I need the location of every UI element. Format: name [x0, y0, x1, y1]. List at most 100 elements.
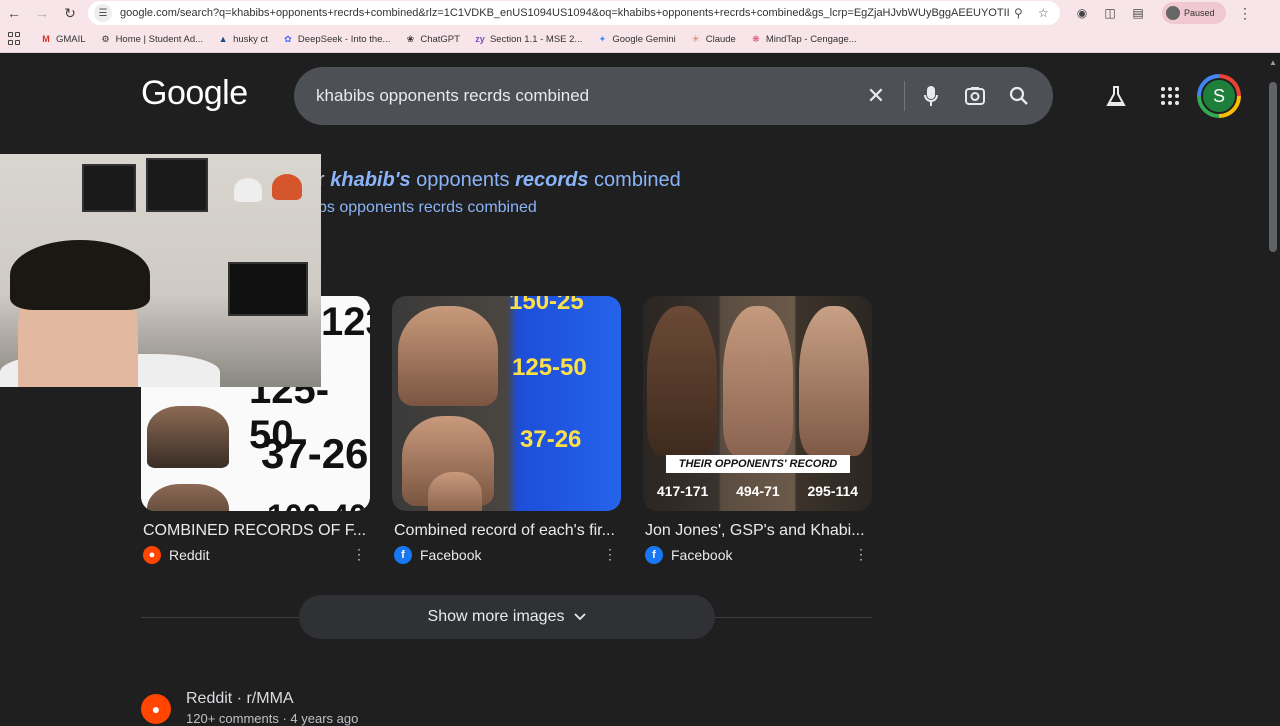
- search-divider: [904, 81, 905, 111]
- bookmark-gemini[interactable]: ✦ Google Gemini: [596, 33, 676, 45]
- address-url[interactable]: google.com/search?q=khabibs+opponents+re…: [120, 7, 1010, 19]
- image-source[interactable]: f Facebook ⋮: [394, 546, 621, 564]
- bookmark-label: GMAIL: [56, 33, 86, 45]
- result-site[interactable]: Reddit · r/MMA: [186, 690, 294, 708]
- person-hair: [10, 240, 150, 310]
- chevron-down-icon: [574, 608, 587, 626]
- bookmark-deepseek[interactable]: ✿ DeepSeek - Into the...: [282, 33, 390, 45]
- bookmark-husky[interactable]: ▲ husky ct: [217, 33, 268, 45]
- bookmark-label: MindTap - Cengage...: [765, 33, 857, 45]
- bookmark-label: Google Gemini: [612, 33, 676, 45]
- claude-icon: ✳: [691, 33, 700, 44]
- image-result-card[interactable]: THEIR OPPONENTS' RECORD 417-171 494-71 2…: [643, 296, 872, 564]
- google-logo[interactable]: Google: [141, 74, 248, 113]
- scroll-up-icon[interactable]: ▲: [1269, 58, 1277, 67]
- image-source[interactable]: f Facebook ⋮: [645, 546, 872, 564]
- wall-hat: [272, 174, 302, 200]
- forward-button[interactable]: →: [28, 1, 56, 25]
- labs-flask-icon[interactable]: [1102, 82, 1130, 110]
- scroll-thumb[interactable]: [1269, 82, 1277, 252]
- reload-button[interactable]: ↻: [56, 1, 84, 25]
- bookmark-star-icon[interactable]: ☆: [1038, 6, 1049, 20]
- student-icon: ⚙: [101, 33, 110, 44]
- profile-button[interactable]: Paused: [1162, 2, 1226, 24]
- search-icon[interactable]: [1006, 83, 1032, 109]
- source-name: Facebook: [671, 547, 733, 563]
- result-meta: 120+ comments · 4 years ago: [186, 711, 359, 726]
- bookmark-label: Home | Student Ad...: [115, 33, 204, 45]
- mindtap-icon: ❋: [752, 33, 760, 44]
- wall-poster: [146, 158, 208, 212]
- account-avatar[interactable]: S: [1197, 74, 1241, 118]
- more-options-icon[interactable]: ⋮: [352, 546, 366, 563]
- fighter-photo: [428, 472, 482, 511]
- bookmark-chatgpt[interactable]: ❀ ChatGPT: [404, 33, 460, 45]
- thumb-record: 150-25: [509, 296, 584, 315]
- webcam-overlay: [0, 154, 321, 387]
- bookmarks-bar: M GMAIL ⚙ Home | Student Ad... ▲ husky ct ✿…: [0, 26, 1280, 53]
- zoom-icon[interactable]: ⚲: [1014, 6, 1023, 20]
- reddit-icon: ●: [143, 546, 161, 564]
- bookmark-claude[interactable]: ✳ Claude: [690, 33, 736, 45]
- corrected-word: records: [515, 169, 589, 191]
- avatar-letter: S: [1201, 78, 1237, 114]
- google-apps-icon[interactable]: [1156, 82, 1184, 110]
- image-thumbnail[interactable]: THEIR OPPONENTS' RECORD 417-171 494-71 2…: [643, 296, 872, 511]
- bookmark-label: Section 1.1 - MSE 2...: [489, 33, 583, 45]
- profile-avatar: [1166, 6, 1180, 20]
- facebook-icon: f: [645, 546, 663, 564]
- bookmark-mindtap[interactable]: ❋ MindTap - Cengage...: [750, 33, 857, 45]
- thumb-record: 494-71: [736, 483, 780, 499]
- image-title[interactable]: Jon Jones', GSP's and Khabi...: [645, 522, 871, 540]
- image-source[interactable]: ● Reddit ⋮: [143, 546, 370, 564]
- lens-camera-icon[interactable]: [962, 83, 988, 109]
- fighter-photo: [647, 306, 717, 456]
- back-button[interactable]: ←: [0, 1, 28, 25]
- chatgpt-icon: ❀: [406, 33, 415, 44]
- bookmark-label: husky ct: [233, 33, 268, 45]
- more-options-icon[interactable]: ⋮: [854, 546, 868, 563]
- image-title[interactable]: Combined record of each's fir...: [394, 522, 620, 540]
- extensions-puzzle-icon[interactable]: ◫: [1096, 2, 1124, 24]
- fighter-photo: [147, 406, 229, 468]
- side-panel-icon[interactable]: ▤: [1124, 2, 1152, 24]
- bookmark-student[interactable]: ⚙ Home | Student Ad...: [100, 33, 204, 45]
- browser-menu-icon[interactable]: ⋮: [1238, 5, 1252, 22]
- search-box[interactable]: khabibs opponents recrds combined ✕: [294, 67, 1053, 125]
- bookmark-zy[interactable]: zy Section 1.1 - MSE 2...: [474, 33, 582, 45]
- zy-icon: zy: [475, 34, 485, 44]
- clear-icon[interactable]: ✕: [863, 83, 889, 109]
- fighter-photo: [799, 306, 869, 456]
- search-instead-link[interactable]: bs opponents recrds combined: [318, 199, 537, 217]
- fighter-photo: [147, 484, 229, 511]
- bookmark-gmail[interactable]: M GMAIL: [40, 33, 86, 45]
- source-name: Reddit: [169, 547, 210, 563]
- more-options-icon[interactable]: ⋮: [603, 546, 617, 563]
- spelling-text: combined: [588, 169, 681, 191]
- gemini-icon: ✦: [598, 33, 607, 44]
- page-scrollbar[interactable]: ▲: [1266, 54, 1280, 720]
- show-more-images-button[interactable]: Show more images: [299, 595, 715, 639]
- search-input[interactable]: khabibs opponents recrds combined: [316, 86, 589, 106]
- deepseek-icon: ✿: [284, 33, 292, 44]
- thumb-record: 123: [321, 300, 370, 344]
- desk-monitor: [228, 262, 308, 316]
- image-result-card[interactable]: 150-25 125-50 37-26 Combined record of e…: [392, 296, 621, 564]
- source-name: Facebook: [420, 547, 482, 563]
- facebook-icon: f: [394, 546, 412, 564]
- showing-results-for[interactable]: r khabib's opponents records combined: [318, 169, 681, 192]
- microphone-icon[interactable]: [918, 83, 944, 109]
- apps-grid-icon[interactable]: [8, 32, 22, 46]
- browser-actions: ◉ ◫ ▤ Paused ⋮: [1068, 0, 1252, 26]
- profile-status: Paused: [1184, 8, 1215, 18]
- site-info-icon[interactable]: ☰: [94, 4, 112, 22]
- wall-poster: [82, 164, 136, 212]
- spelling-text: opponents: [410, 169, 516, 191]
- address-bar[interactable]: ☰ google.com/search?q=khabibs+opponents+…: [88, 1, 1060, 25]
- wall-hat: [234, 178, 262, 202]
- image-thumbnail[interactable]: 150-25 125-50 37-26: [392, 296, 621, 511]
- thumb-record: 417-171: [656, 483, 709, 499]
- image-title[interactable]: COMBINED RECORDS OF F...: [143, 522, 369, 540]
- extension-icon[interactable]: ◉: [1068, 2, 1096, 24]
- gmail-icon: M: [42, 34, 50, 44]
